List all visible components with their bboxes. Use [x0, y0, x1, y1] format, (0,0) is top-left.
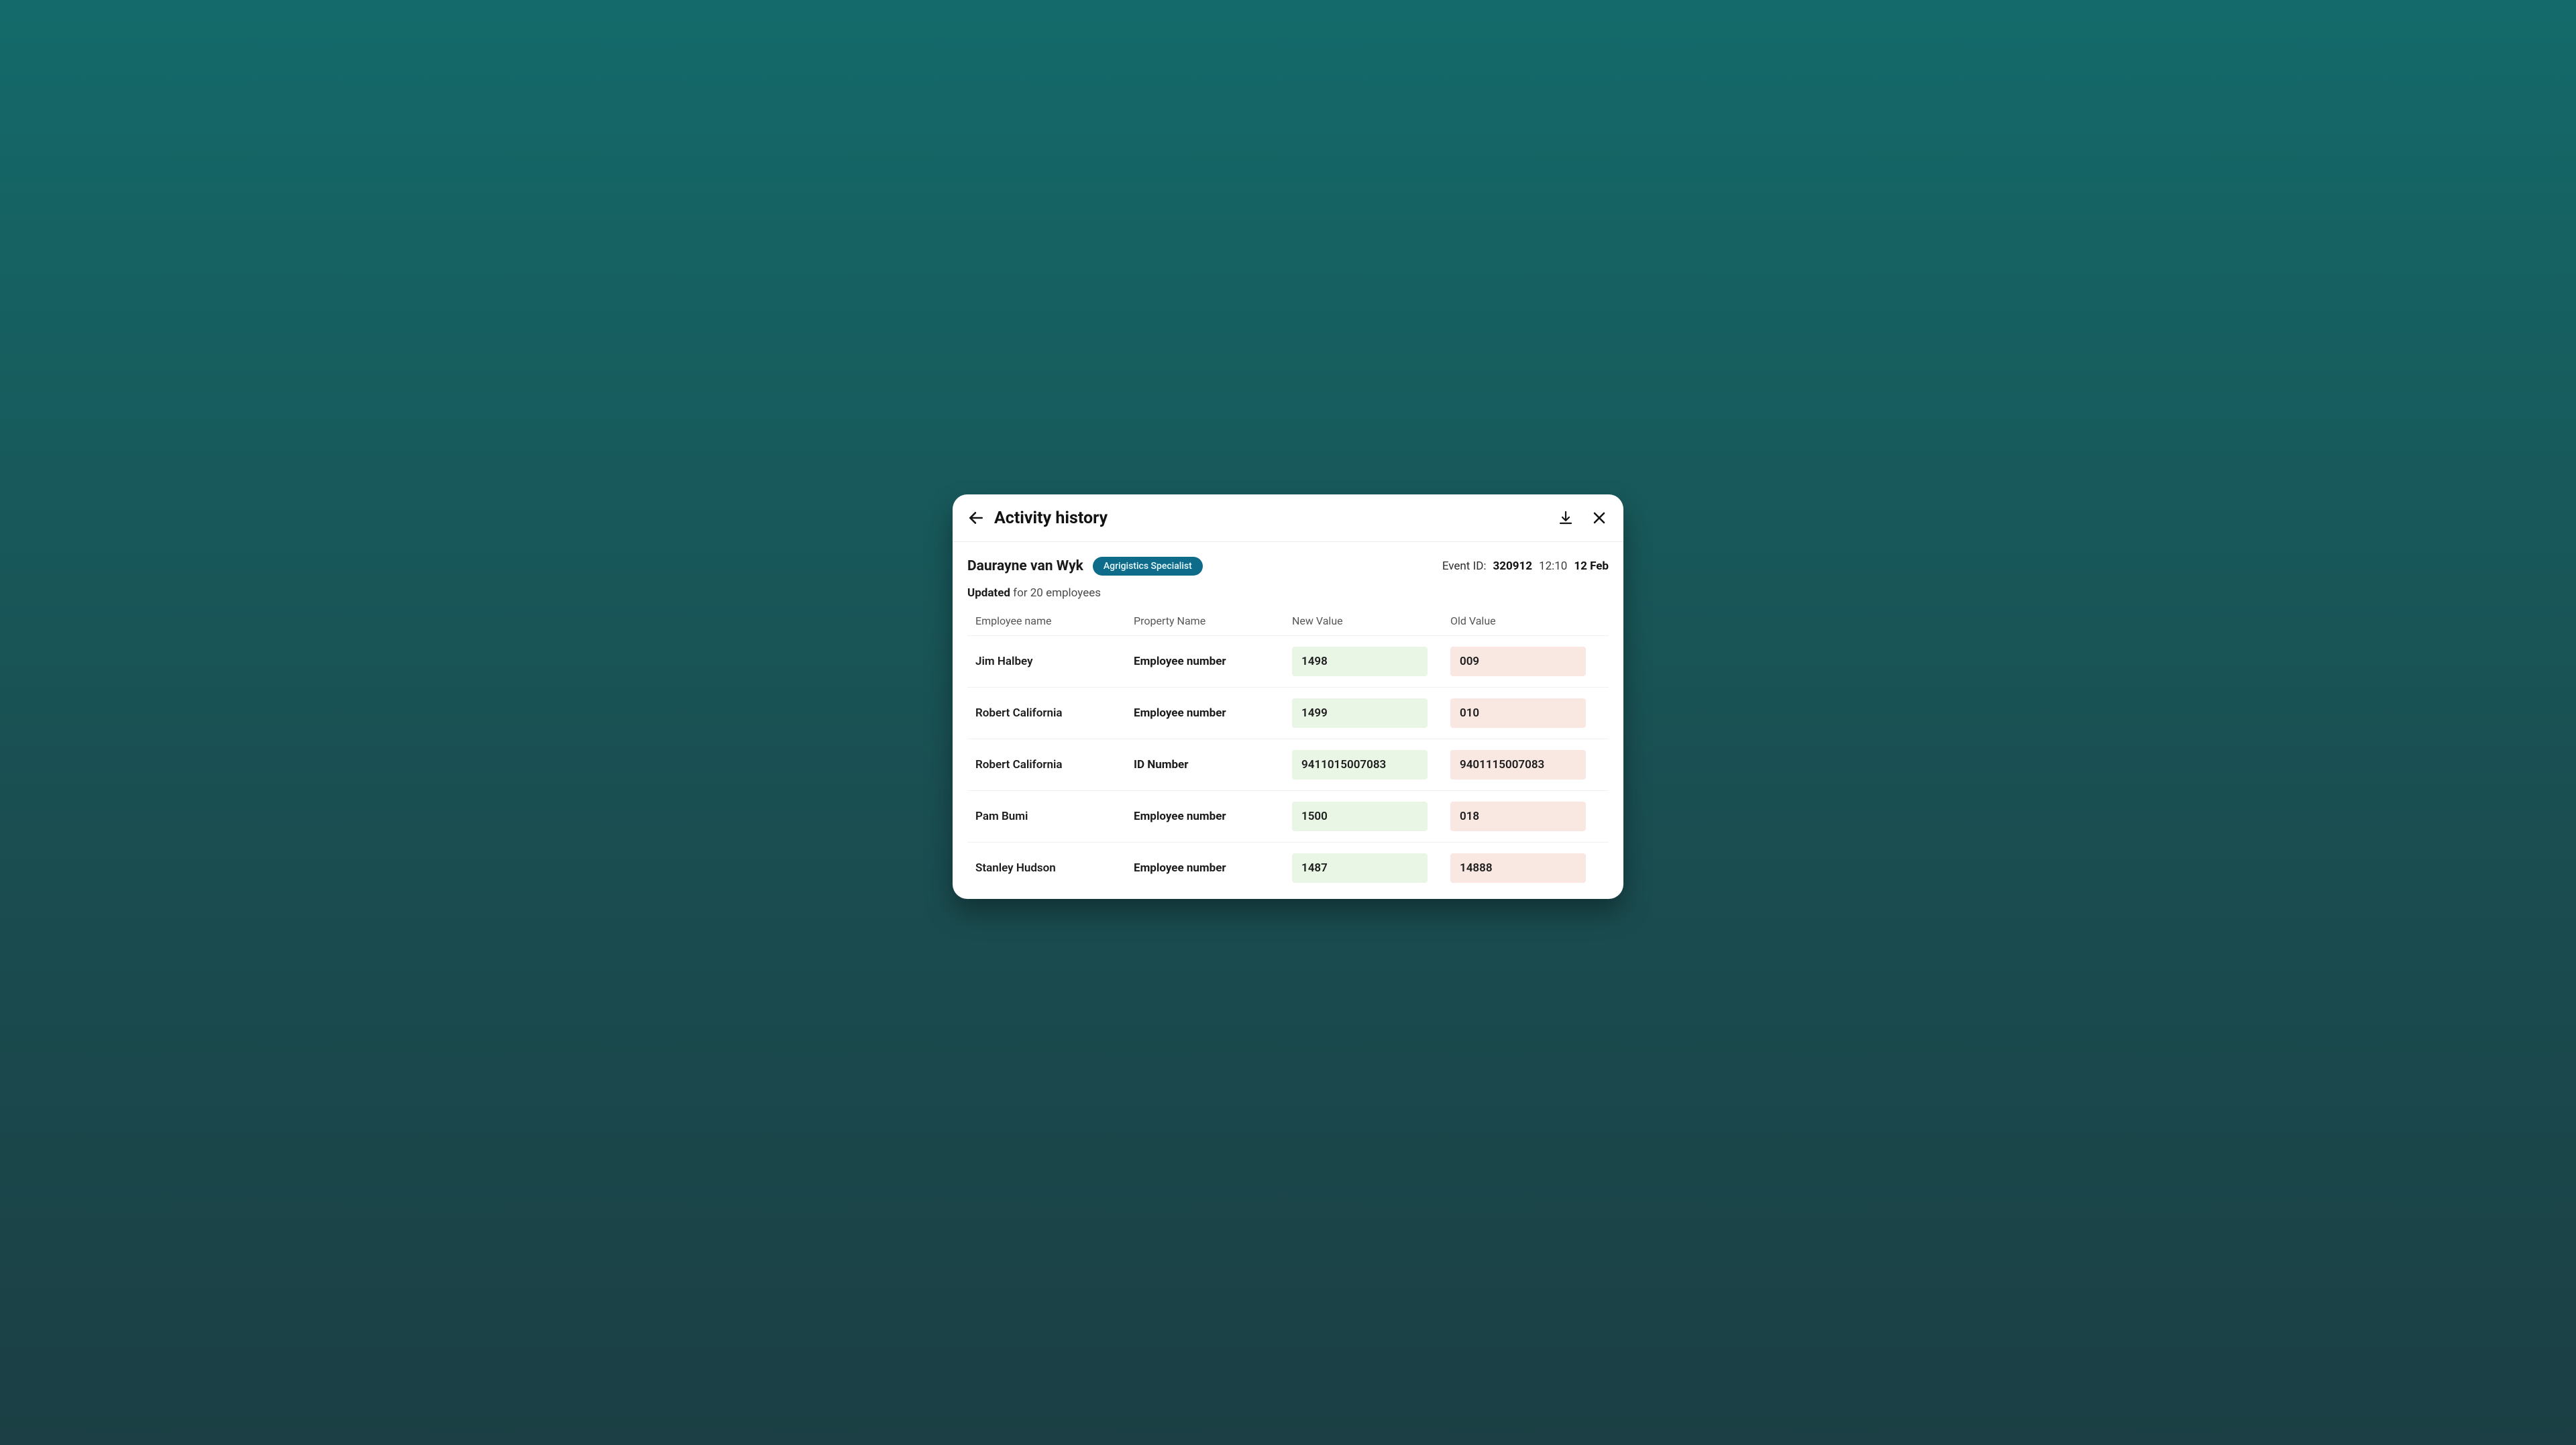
cell-new-value: 1487 [1292, 853, 1442, 883]
table-header: Employee name Property Name New Value Ol… [967, 609, 1609, 635]
update-suffix: for 20 employees [1013, 586, 1101, 600]
old-value-pill: 018 [1450, 802, 1586, 831]
cell-new-value: 1498 [1292, 647, 1442, 676]
close-button[interactable] [1590, 509, 1609, 527]
update-action: Updated [967, 586, 1010, 600]
cell-property: Employee number [1134, 655, 1284, 668]
download-button[interactable] [1556, 509, 1575, 527]
close-icon [1591, 510, 1607, 526]
event-date: 12 Feb [1574, 559, 1609, 573]
table-row: Jim Halbey Employee number 1498 009 [967, 635, 1609, 687]
new-value-pill: 1499 [1292, 698, 1428, 728]
meta-row: Daurayne van Wyk Agrigistics Specialist … [953, 542, 1623, 580]
table-row: Pam Bumi Employee number 1500 018 [967, 790, 1609, 842]
new-value-pill: 1498 [1292, 647, 1428, 676]
cell-employee: Robert California [975, 758, 1126, 771]
cell-new-value: 1500 [1292, 802, 1442, 831]
table-row: Stanley Hudson Employee number 1487 14888 [967, 842, 1609, 894]
new-value-pill: 9411015007083 [1292, 750, 1428, 780]
arrow-left-icon [967, 509, 985, 527]
cell-old-value: 018 [1450, 802, 1601, 831]
cell-old-value: 9401115007083 [1450, 750, 1601, 780]
table-body: Jim Halbey Employee number 1498 009 Robert C… [967, 635, 1609, 894]
col-old: Old Value [1450, 614, 1601, 627]
event-time: 12:10 [1539, 559, 1567, 573]
card-header: Activity history [953, 494, 1623, 542]
event-id-label: Event ID: [1442, 559, 1487, 573]
col-property: Property Name [1134, 614, 1284, 627]
update-summary: Updated for 20 employees [953, 580, 1623, 609]
cell-employee: Robert California [975, 706, 1126, 720]
back-button[interactable] [965, 506, 987, 529]
old-value-pill: 010 [1450, 698, 1586, 728]
cell-property: Employee number [1134, 810, 1284, 823]
changes-table: Employee name Property Name New Value Ol… [953, 609, 1623, 899]
actor-name: Daurayne van Wyk [967, 558, 1083, 574]
activity-history-card: Activity history Daurayne van Wyk Agrigi… [953, 494, 1623, 899]
cell-employee: Pam Bumi [975, 810, 1126, 823]
col-new: New Value [1292, 614, 1442, 627]
cell-new-value: 1499 [1292, 698, 1442, 728]
cell-employee: Jim Halbey [975, 655, 1126, 668]
cell-property: Employee number [1134, 706, 1284, 720]
old-value-pill: 009 [1450, 647, 1586, 676]
old-value-pill: 14888 [1450, 853, 1586, 883]
cell-old-value: 009 [1450, 647, 1601, 676]
role-badge: Agrigistics Specialist [1093, 557, 1203, 576]
event-id-value: 320912 [1493, 559, 1532, 573]
new-value-pill: 1487 [1292, 853, 1428, 883]
event-meta: Event ID: 320912 12:10 12 Feb [1442, 559, 1609, 573]
col-employee: Employee name [975, 614, 1126, 627]
cell-property: Employee number [1134, 861, 1284, 875]
cell-new-value: 9411015007083 [1292, 750, 1442, 780]
cell-property: ID Number [1134, 758, 1284, 771]
cell-old-value: 14888 [1450, 853, 1601, 883]
table-row: Robert California Employee number 1499 010 [967, 687, 1609, 739]
cell-employee: Stanley Hudson [975, 861, 1126, 875]
page-title: Activity history [994, 509, 1556, 528]
new-value-pill: 1500 [1292, 802, 1428, 831]
cell-old-value: 010 [1450, 698, 1601, 728]
table-row: Robert California ID Number 9411015007083 9… [967, 739, 1609, 790]
download-icon [1558, 510, 1574, 526]
old-value-pill: 9401115007083 [1450, 750, 1586, 780]
header-actions [1556, 509, 1609, 527]
